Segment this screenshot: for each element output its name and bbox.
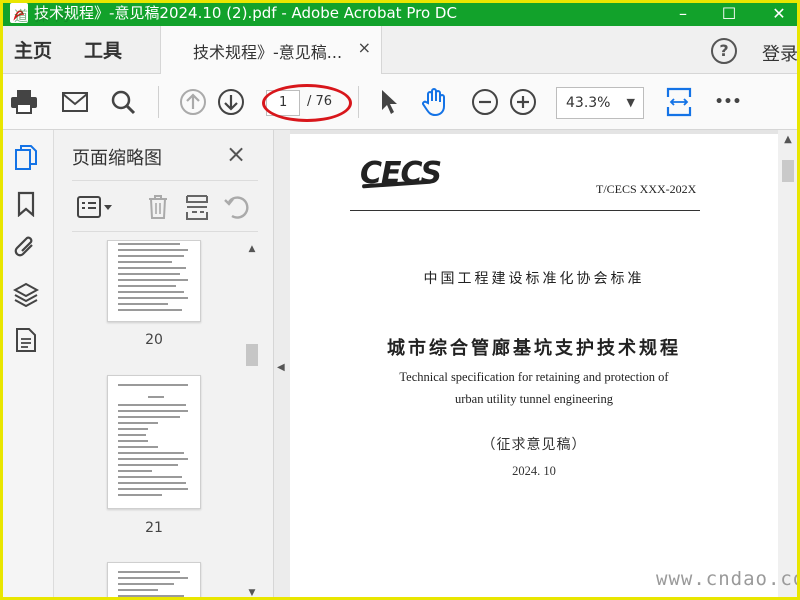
main-toolbar: 1 / 76 43.3% ▼ ••• <box>0 74 800 130</box>
menu-tools[interactable]: 工具 <box>84 36 122 63</box>
page-thumbnail[interactable] <box>107 240 201 322</box>
close-window-button[interactable]: ✕ <box>756 0 800 26</box>
document-number: T/CECS XXX-202X <box>596 182 697 196</box>
site-watermark: www.cndao.com <box>656 568 800 590</box>
zoom-in-icon[interactable] <box>508 87 538 117</box>
thumbnail-page-number: 21 <box>145 520 163 536</box>
maximize-button[interactable]: ☐ <box>706 0 752 26</box>
pdf-page: CECS T/CECS XXX-202X 中国工程建设标准化协会标准 城市综合管… <box>290 134 778 600</box>
page-thumbnails-icon[interactable] <box>12 144 40 172</box>
attachment-icon[interactable] <box>12 234 40 262</box>
document-tab[interactable]: 技术规程》-意见稿... × <box>160 26 382 74</box>
document-tab-label: 技术规程》-意见稿... <box>193 43 343 62</box>
login-button[interactable]: 登录 <box>762 40 798 66</box>
scroll-up-icon[interactable]: ▲ <box>245 244 259 254</box>
association-heading: 中国工程建设标准化协会标准 <box>423 271 645 287</box>
page-thumbnail[interactable] <box>107 375 201 509</box>
print-icon[interactable] <box>9 87 39 117</box>
title-bar: 道 探 网 技术规程》-意见稿2024.10 (2).pdf - Adobe A… <box>0 0 800 26</box>
english-title-line-1: Technical specification for retaining an… <box>399 370 669 384</box>
page-thumbnails-panel: 页面缩略图 × 20 21 ▲ ▼ <box>54 130 274 600</box>
chevron-down-icon: ▼ <box>626 96 635 109</box>
draft-note: （征求意见稿） <box>481 437 587 453</box>
document-scrollbar[interactable]: ▲ <box>778 130 800 600</box>
layers-icon[interactable] <box>12 280 40 308</box>
fit-width-icon[interactable] <box>664 87 694 117</box>
email-icon[interactable] <box>60 87 90 117</box>
select-cursor-icon[interactable] <box>374 87 404 117</box>
window-title: 技术规程》-意见稿2024.10 (2).pdf - Adobe Acrobat… <box>34 4 457 22</box>
toolbar-divider <box>358 86 359 118</box>
close-tab-icon[interactable]: × <box>358 38 371 57</box>
zoom-level-value: 43.3% <box>566 95 611 111</box>
previous-page-icon[interactable] <box>178 87 208 117</box>
panel-title: 页面缩略图 <box>72 148 162 169</box>
header-rule <box>350 210 700 211</box>
hand-tool-icon[interactable] <box>420 87 450 117</box>
english-title-line-2: urban utility tunnel engineering <box>455 392 613 406</box>
panel-collapse-handle[interactable]: ◀ <box>274 130 290 600</box>
page-thumbnail[interactable] <box>107 562 201 600</box>
search-icon[interactable] <box>108 87 138 117</box>
rotate-page-icon[interactable] <box>224 193 250 221</box>
zoom-level-select[interactable]: 43.3% ▼ <box>556 87 644 119</box>
collapse-arrow-icon[interactable]: ◀ <box>277 362 285 373</box>
scroll-down-icon[interactable]: ▼ <box>245 588 259 598</box>
cecs-logo: CECS <box>360 156 442 191</box>
scroll-up-icon[interactable]: ▲ <box>778 134 798 145</box>
close-panel-icon[interactable]: × <box>226 140 246 168</box>
thumbnail-options-icon[interactable] <box>76 193 114 221</box>
delete-page-icon[interactable] <box>146 193 170 221</box>
next-page-icon[interactable] <box>216 87 246 117</box>
scrollbar-thumb[interactable] <box>246 344 258 366</box>
thumbnail-page-number: 20 <box>145 332 163 348</box>
document-title: 城市综合管廊基坑支护技术规程 <box>387 338 681 359</box>
minimize-button[interactable]: – <box>660 0 706 26</box>
document-view[interactable]: CECS T/CECS XXX-202X 中国工程建设标准化协会标准 城市综合管… <box>290 130 800 600</box>
more-tools-icon[interactable]: ••• <box>713 87 743 117</box>
document-date: 2024. 10 <box>512 464 556 478</box>
menu-bar: 主页 工具 技术规程》-意见稿... × ? 登录 <box>0 26 800 74</box>
help-icon[interactable]: ? <box>711 38 737 64</box>
menu-home[interactable]: 主页 <box>14 36 52 63</box>
navigation-rail <box>0 130 54 600</box>
panel-toolbar <box>72 180 258 232</box>
scrollbar-thumb[interactable] <box>782 160 794 182</box>
page-content-icon[interactable] <box>12 326 40 354</box>
thumbnail-scrollbar[interactable]: ▲ ▼ <box>245 240 259 600</box>
extract-pages-icon[interactable] <box>184 193 210 221</box>
red-annotation-ellipse <box>262 84 352 122</box>
thumbnail-list: 20 21 <box>72 240 264 600</box>
bookmark-icon[interactable] <box>12 190 40 218</box>
toolbar-divider <box>158 86 159 118</box>
zoom-out-icon[interactable] <box>470 87 500 117</box>
